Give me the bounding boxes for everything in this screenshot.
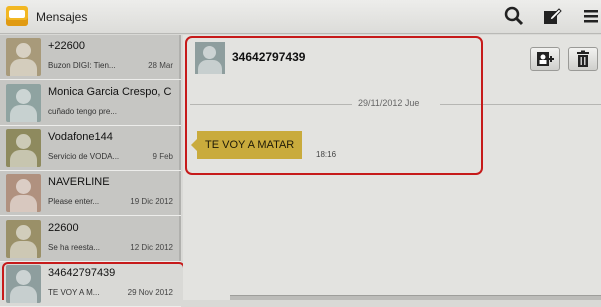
action-bar: Mensajes [0,0,601,34]
menu-icon[interactable] [580,6,601,28]
thread-name: NAVERLINE [48,176,110,188]
avatar [6,174,41,212]
thread-name: Monica Garcia Crespo, C [48,86,172,98]
delete-button[interactable] [568,47,598,71]
thread-snippet: Buzon DIGI: Tien... [48,61,116,70]
thread-name: 22600 [48,222,79,234]
thread-name: +22600 [48,40,86,52]
thread-item[interactable]: 22600 Se ha reesta... 12 Dic 2012 [0,217,181,262]
search-icon[interactable] [503,6,525,28]
avatar [6,129,41,167]
thread-item[interactable]: NAVERLINE Please enter... 19 Dic 2012 [0,171,181,216]
avatar [6,38,41,76]
thread-list: +22600 Buzon DIGI: Tien... 28 Mar Monica… [0,35,181,307]
avatar [6,84,41,122]
compose-icon[interactable] [541,6,563,28]
thread-name: Vodafone144 [48,131,113,143]
thread-snippet: Se ha reesta... [48,243,101,252]
envelope-icon[interactable] [6,6,28,26]
thread-item[interactable]: +22600 Buzon DIGI: Tien... 28 Mar [0,35,181,80]
trash-icon [577,50,589,67]
add-contact-button[interactable] [530,47,560,71]
avatar [6,220,41,258]
thread-date: 19 Dic 2012 [130,197,173,206]
add-contact-icon [537,52,554,66]
thread-snippet: cuñado tengo pre... [48,107,117,116]
thread-date: 12 Dic 2012 [130,243,173,252]
thread-date: 28 Mar [148,61,173,70]
highlight-outline [185,36,483,175]
thread-snippet: Please enter... [48,197,100,206]
thread-date: 9 Feb [152,152,173,161]
thread-item[interactable]: Monica Garcia Crespo, C cuñado tengo pre… [0,81,181,126]
compose-bar[interactable] [230,295,601,300]
app-title: Mensajes [36,10,88,24]
thread-item[interactable]: Vodafone144 Servicio de VODA... 9 Feb [0,126,181,171]
thread-snippet: Servicio de VODA... [48,152,120,161]
highlight-outline [2,262,185,300]
